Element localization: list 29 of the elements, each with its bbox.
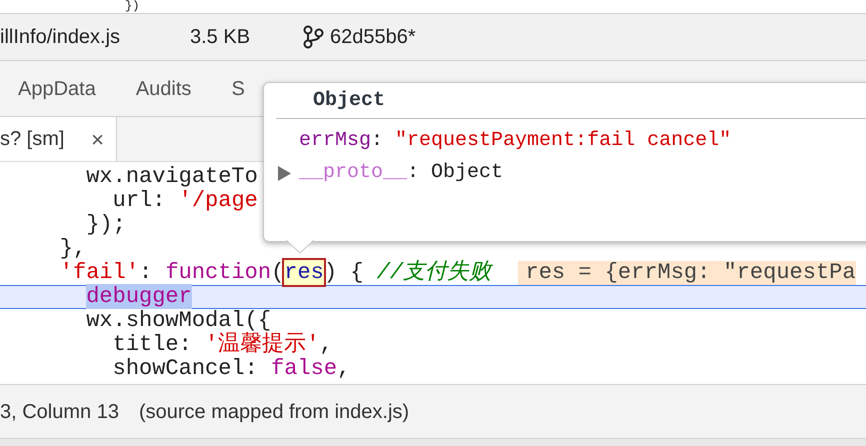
commit-hash: 62d55b6* — [330, 25, 416, 50]
code-text: ) { //支付失败 — [324, 260, 494, 285]
panel-tab[interactable]: AppData — [18, 74, 96, 104]
code-text: wx.showModal({ — [85, 308, 272, 333]
cursor-position: 3, Column 13 — [0, 400, 119, 424]
inline-value: res = {errMsg: "requestPa — [518, 261, 856, 285]
file-tab[interactable]: s? [sm] × — [0, 117, 117, 161]
code-text: url: '/page — [112, 188, 258, 213]
code-text: }); — [85, 212, 126, 237]
code-text: title: '温馨提示', — [112, 332, 333, 357]
code-text: 'fail': function( — [58, 260, 284, 285]
code-text: showCancel: false, — [112, 356, 350, 381]
popover-title: Object — [313, 88, 386, 114]
file-path: illInfo/index.js — [0, 25, 122, 50]
selected-keyword: debugger — [86, 284, 192, 309]
expand-triangle-icon[interactable] — [278, 166, 291, 180]
property-entry: errMsg: "requestPayment:fail cancel" — [299, 128, 732, 154]
file-size: 3.5 KB — [190, 25, 252, 50]
code-text: }, — [58, 236, 86, 261]
panel-tab[interactable]: Audits — [136, 74, 192, 104]
code-text: }) — [125, 0, 140, 13]
source-map-note: (source mapped from index.js) — [138, 400, 410, 424]
file-tab-label: s? [sm] — [0, 127, 64, 152]
close-icon[interactable]: × — [91, 122, 104, 156]
panel-tab[interactable]: S — [231, 74, 245, 104]
hovered-variable[interactable]: res — [284, 260, 324, 285]
branch-icon — [302, 25, 324, 49]
property-entry: __proto__: Object — [299, 160, 504, 186]
code-text: wx.navigateTo — [85, 164, 258, 189]
